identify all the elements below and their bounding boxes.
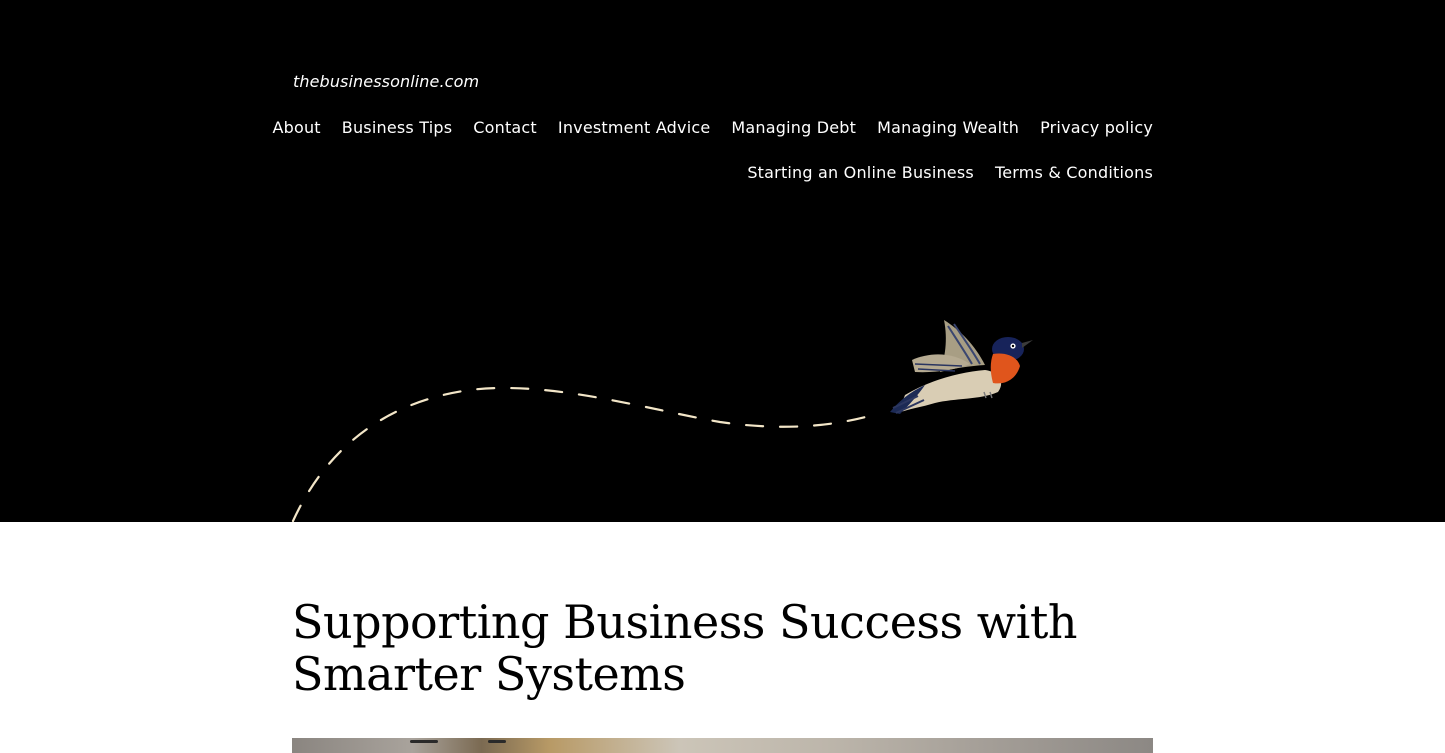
bird-flight-path-icon <box>291 320 1033 522</box>
image-detail <box>488 740 506 743</box>
flight-path-dashes <box>291 386 882 522</box>
post-title: Supporting Business Success with Smarter… <box>292 595 1077 701</box>
site-header: thebusinessonline.com About Business Tip… <box>0 0 1445 522</box>
main-content: Supporting Business Success with Smarter… <box>0 522 1445 753</box>
image-detail <box>410 740 438 743</box>
post-featured-image <box>292 738 1153 753</box>
bird-icon <box>890 320 1033 414</box>
